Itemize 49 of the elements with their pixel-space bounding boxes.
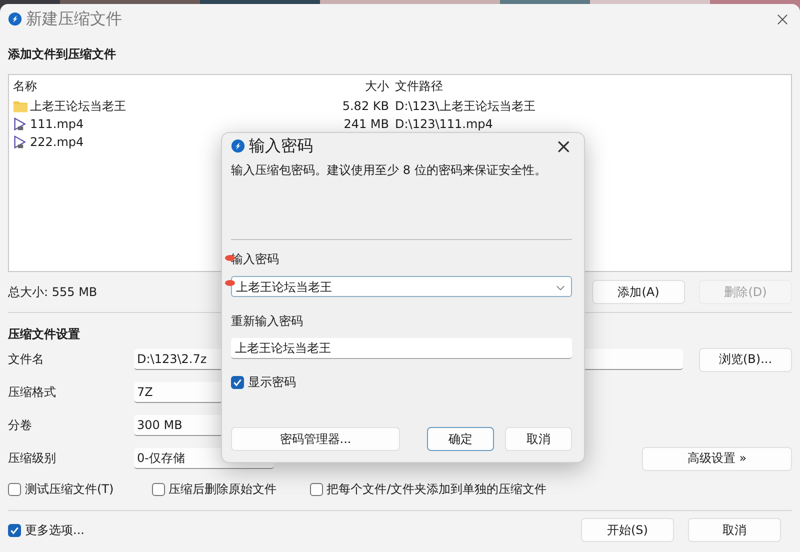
checkbox-label: 把每个文件/文件夹添加到单独的压缩文件 [326, 480, 547, 498]
field-label: 压缩级别 [8, 450, 57, 467]
checkbox[interactable] [310, 482, 323, 496]
dialog-button[interactable]: 确定 [427, 427, 494, 451]
settings-button[interactable]: 浏览(B)... [699, 348, 792, 372]
window-title: 新建压缩文件 [26, 8, 122, 30]
checkbox-label: 测试压缩文件(T) [25, 480, 114, 498]
file-path: D:\123\上老王论坛当老王 [394, 98, 536, 115]
field-label: 重新输入密码 [231, 313, 304, 330]
checkbox[interactable] [8, 482, 21, 496]
checkbox-label: 压缩后删除原始文件 [168, 480, 277, 498]
app-logo-icon [231, 139, 245, 153]
field-label: 压缩格式 [8, 384, 57, 401]
checkbox-label: 更多选项... [25, 522, 84, 538]
column-header[interactable]: 大小 [313, 76, 389, 97]
password-field[interactable]: 上老王论坛当老王 [231, 276, 572, 297]
column-header[interactable]: 名称 [9, 76, 313, 97]
dialog-button[interactable]: 开始(S) [581, 518, 674, 542]
field-label: 文件名 [8, 351, 45, 368]
dialog-button[interactable]: 密码管理器... [231, 427, 400, 451]
dialog-button[interactable]: 取消 [688, 518, 781, 542]
checkbox[interactable] [152, 482, 165, 496]
file-name: 111.mp4 [30, 116, 84, 133]
field-label: 分卷 [8, 417, 33, 434]
video-file-icon [13, 135, 28, 149]
section-heading: 添加文件到压缩文件 [8, 46, 117, 63]
dialog-button[interactable]: 取消 [505, 427, 572, 451]
marker-dot [225, 280, 235, 286]
folder-icon [13, 99, 28, 113]
file-size: 241 MB [342, 116, 389, 133]
column-header[interactable]: 文件路径 [389, 76, 443, 97]
file-name: 222.mp4 [30, 134, 84, 151]
file-name: 上老王论坛当老王 [30, 98, 126, 115]
dialog-description: 输入压缩包密码。建议使用至少 8 位的密码来保证安全性。 [231, 162, 548, 179]
file-path: D:\123\111.mp4 [394, 116, 493, 133]
video-file-icon [13, 117, 28, 131]
caret-icon [556, 285, 565, 291]
checkbox[interactable] [231, 376, 244, 389]
settings-button[interactable]: 高级设置 » [642, 446, 792, 470]
close-icon[interactable] [777, 14, 788, 24]
dialog-title: 输入密码 [249, 136, 313, 156]
section-heading: 压缩文件设置 [8, 326, 81, 343]
total-size: 总大小: 555 MB [8, 284, 98, 300]
file-size: 5.82 KB [341, 98, 389, 115]
list-action-button[interactable]: 添加(A) [592, 280, 685, 304]
password-field[interactable]: 上老王论坛当老王 [231, 338, 572, 359]
checkbox[interactable] [8, 524, 21, 536]
close-button[interactable]: × [555, 136, 572, 156]
app-logo-icon [8, 12, 22, 26]
